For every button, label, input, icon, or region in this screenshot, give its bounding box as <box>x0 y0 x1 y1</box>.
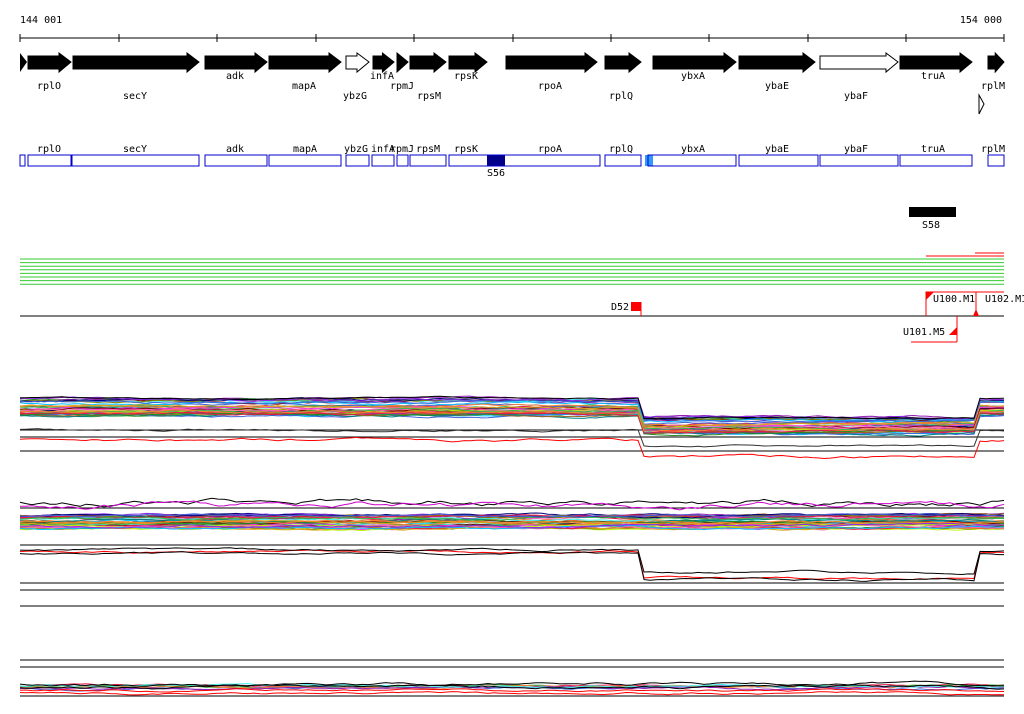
variant-track: D52 U100.M1 U102.M1 U101.M5 <box>20 291 1024 343</box>
expression-curve <box>19 436 1005 460</box>
feature-s58[interactable]: S58 <box>909 207 956 231</box>
gene-box-rplO[interactable] <box>27 154 72 167</box>
gene-box-label-rplM: rplM <box>981 144 1005 155</box>
variant-u101-label: U101.M5 <box>903 327 945 338</box>
gene-arrow-ybaF[interactable] <box>819 52 899 74</box>
gene-label-mapA: mapA <box>292 81 316 92</box>
variant-d52-mark[interactable] <box>631 302 641 311</box>
gene-box-rpsM[interactable] <box>409 154 447 167</box>
expression-curve <box>19 551 1004 582</box>
gene-arrow-left-stub[interactable] <box>20 53 27 72</box>
variant-u102-flag[interactable] <box>973 309 979 316</box>
gene-label-rplM: rplM <box>981 81 1005 92</box>
gene-box-label-rpoA: rpoA <box>538 144 562 155</box>
gene-arrow-infA[interactable] <box>372 51 395 74</box>
expression-curve <box>19 500 1005 511</box>
gene-box-label-mapA: mapA <box>293 144 317 155</box>
gene-label-rpsK: rpsK <box>454 71 478 82</box>
gene-box-adk[interactable] <box>204 154 268 167</box>
gene-arrow-rpsK[interactable] <box>448 52 488 74</box>
gene-box-secY[interactable] <box>71 154 200 167</box>
gene-box-label-ybxA: ybxA <box>681 144 705 155</box>
genome-browser-view: 144 001 154 000 rplOsecYadkmapAybzGinfAr… <box>19 15 1024 697</box>
gene-arrow-track: rplOsecYadkmapAybzGinfArpmJrpsMrpsKrpoAr… <box>20 51 1005 115</box>
gene-label-rplQ: rplQ <box>609 91 633 102</box>
gene-box-infA[interactable] <box>371 154 395 167</box>
gene-box-label-rplQ: rplQ <box>609 144 633 155</box>
variant-d52-label: D52 <box>611 302 629 313</box>
gene-box-label-truA: truA <box>921 144 945 155</box>
gene-arrow-mapA[interactable] <box>268 52 342 74</box>
variant-u100-label: U100.M1 <box>933 294 975 305</box>
gene-box-rplM[interactable] <box>987 154 1005 167</box>
gene-arrow-rplO[interactable] <box>27 52 72 74</box>
feature-s58-label: S58 <box>922 220 940 231</box>
gene-arrow-rpoA[interactable] <box>505 52 598 74</box>
gene-label-rpoA: rpoA <box>538 81 562 92</box>
gene-box-label-rpmJ: rpmJ <box>390 144 414 155</box>
gene-label-rplO: rplO <box>37 81 61 92</box>
gene-box-mapA[interactable] <box>268 154 342 167</box>
segment-s56-mark[interactable] <box>487 155 505 166</box>
gene-arrow-truA[interactable] <box>899 52 973 74</box>
gene-label-adk: adk <box>226 71 244 82</box>
gene-box-label-secY: secY <box>123 144 147 155</box>
coordinate-ruler: 144 001 154 000 <box>19 15 1005 42</box>
expression-track-3 <box>19 659 1005 697</box>
gene-box-label-ybaF: ybaF <box>844 144 868 155</box>
gene-box-rpsK[interactable] <box>448 154 601 167</box>
gene-box-rpmJ[interactable] <box>396 154 409 167</box>
gene-arrow-secY[interactable] <box>72 52 200 74</box>
gene-label-rpsM: rpsM <box>417 91 441 102</box>
gene-arrow-ybzG[interactable] <box>345 52 370 74</box>
gene-box-label-rpsM: rpsM <box>416 144 440 155</box>
gene-box-label-rplO: rplO <box>37 144 61 155</box>
feature-s58-bar[interactable] <box>909 207 956 217</box>
variant-u101-flag[interactable] <box>949 327 957 335</box>
gene-box-truA[interactable] <box>899 154 973 167</box>
ruler-start-label: 144 001 <box>20 15 62 26</box>
gene-label-secY: secY <box>123 91 147 102</box>
expression-track-1 <box>19 395 1005 460</box>
gene-arrow-ybxA[interactable] <box>652 52 737 74</box>
gene-label-truA: truA <box>921 71 945 82</box>
gene-arrow-small-outline[interactable] <box>978 93 985 115</box>
conservation-lines <box>20 252 1004 285</box>
gene-arrow-rpsM[interactable] <box>409 52 447 74</box>
gene-box-left-stub[interactable] <box>19 154 26 167</box>
segment-s56-label: S56 <box>487 168 505 179</box>
gene-box-ybaF[interactable] <box>819 154 899 167</box>
expression-curve <box>19 549 1005 581</box>
gene-box-ybxA[interactable] <box>647 154 737 167</box>
gene-label-ybzG: ybzG <box>343 91 367 102</box>
gene-box-label-ybzG: ybzG <box>344 144 368 155</box>
gene-box-label-rpsK: rpsK <box>454 144 478 155</box>
segment-light-mark[interactable] <box>645 155 653 166</box>
gene-arrow-rpmJ[interactable] <box>396 51 409 74</box>
gene-box-track: S56 rplO secY adk mapA ybzG infArpmJ rpsM rpsK r… <box>19 144 1005 179</box>
gene-label-rpmJ: rpmJ <box>390 81 414 92</box>
gene-label-ybaF: ybaF <box>844 91 868 102</box>
gene-arrow-rplQ[interactable] <box>604 52 642 74</box>
expression-track-2 <box>19 497 1005 607</box>
gene-box-rplQ[interactable] <box>604 154 642 167</box>
gene-box-label-adk: adk <box>226 144 244 155</box>
gene-box-ybzG[interactable] <box>345 154 370 167</box>
gene-arrow-adk[interactable] <box>204 52 268 74</box>
gene-arrow-rplM[interactable] <box>987 51 1005 74</box>
ruler-end-label: 154 000 <box>960 15 1002 26</box>
gene-arrow-ybaE[interactable] <box>738 52 816 74</box>
gene-box-ybaE[interactable] <box>738 154 819 167</box>
expression-curve <box>19 497 1005 508</box>
gene-label-ybxA: ybxA <box>681 71 705 82</box>
gene-label-ybaE: ybaE <box>765 81 789 92</box>
variant-u102-label: U102.M1 <box>985 294 1024 305</box>
gene-box-label-ybaE: ybaE <box>765 144 789 155</box>
